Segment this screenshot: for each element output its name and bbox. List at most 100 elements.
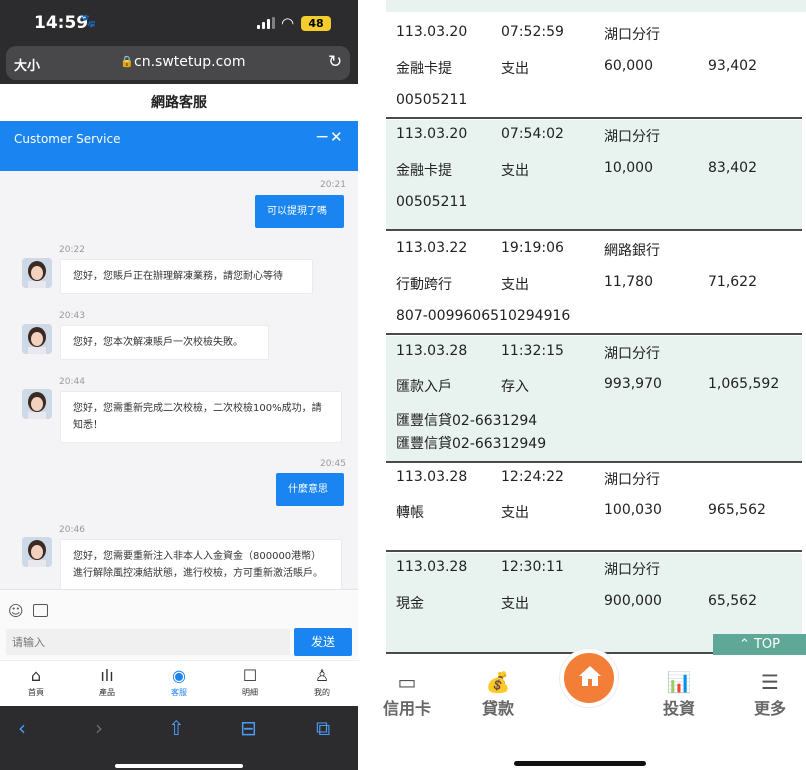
- emoji-icon[interactable]: ☺: [8, 602, 24, 620]
- txn-type: 支出: [501, 163, 529, 179]
- txn-branch: 湖口分行: [604, 562, 660, 578]
- message-bubble-user: 什麼意思: [276, 473, 344, 506]
- txn-time: 07:52:59: [501, 24, 564, 40]
- home-button[interactable]: [560, 649, 618, 707]
- forward-icon[interactable]: ›: [95, 716, 103, 740]
- txn-type: 支出: [501, 61, 529, 77]
- message-bubble-agent: 您好，您賬戶正在辦理解凍業務，請您耐心等待: [60, 259, 313, 294]
- txn-amount: 11,780: [604, 274, 653, 290]
- tab-details[interactable]: ☐ 明細: [220, 665, 280, 698]
- txn-memo: 00505211: [396, 92, 468, 108]
- message-bubble-user: 可以提現了嗎: [255, 195, 344, 228]
- txn-desc: 匯款入戶: [396, 379, 452, 395]
- nav-credit-card[interactable]: ▭ 信用卡: [372, 669, 442, 719]
- agent-avatar: [22, 258, 52, 288]
- message-bubble-agent: 您好，您需要重新注入非本人入金資金（800000港幣）進行解除風控凍結狀態，進行…: [60, 539, 342, 589]
- app-tab-bar: ⌂ 首頁 ılı 產品 ◉ 客服 ☐ 明細 ♙ 我的: [0, 660, 358, 706]
- txn-branch: 湖口分行: [604, 472, 660, 488]
- txn-desc: 金融卡提: [396, 163, 452, 179]
- txn-type: 支出: [501, 277, 529, 293]
- nav-loan[interactable]: 💰 貸款: [463, 669, 533, 719]
- nav-label: 貸款: [481, 699, 514, 718]
- txn-balance: 93,402: [708, 58, 757, 74]
- transaction-row: 113.03.28 12:24:22 湖口分行 轉帳 支出 100,030 96…: [386, 464, 802, 552]
- txn-time: 11:32:15: [501, 343, 564, 359]
- txn-amount: 993,970: [604, 376, 662, 392]
- text-size-button[interactable]: 大小: [14, 55, 40, 74]
- right-phone-screen: 113.03.20 07:52:59 湖口分行 金融卡提 支出 60,000 9…: [367, 0, 806, 770]
- txn-amount: 100,030: [604, 502, 662, 518]
- txn-time: 07:54:02: [501, 126, 564, 142]
- message-timestamp: 20:43: [59, 311, 85, 321]
- nav-more[interactable]: ☰ 更多: [735, 669, 805, 719]
- tab-mine[interactable]: ♙ 我的: [292, 665, 352, 698]
- user-icon: ♙: [314, 666, 330, 685]
- tab-label: 我的: [314, 688, 330, 697]
- close-icon[interactable]: ✕: [330, 128, 343, 146]
- txn-balance: 71,622: [708, 274, 757, 290]
- share-icon[interactable]: ⇧: [168, 716, 185, 740]
- tab-home[interactable]: ⌂ 首頁: [6, 665, 66, 698]
- left-phone-screen: 14:59 🐾 ◠ 48 大小 🔒 cn.swtetup.com ↻ 網路客服 …: [0, 0, 358, 770]
- txn-amount: 60,000: [604, 58, 653, 74]
- paw-icon: 🐾: [80, 14, 97, 29]
- message-timestamp: 20:45: [320, 459, 346, 469]
- message-input[interactable]: [6, 629, 290, 655]
- tab-products[interactable]: ılı 產品: [77, 665, 137, 698]
- page-title: 網路客服: [151, 95, 207, 111]
- back-icon[interactable]: ‹: [18, 716, 26, 740]
- bookmarks-icon[interactable]: ⊟: [240, 716, 257, 740]
- agent-avatar: [22, 389, 52, 419]
- screenshot-root: 14:59 🐾 ◠ 48 大小 🔒 cn.swtetup.com ↻ 網路客服 …: [0, 0, 806, 770]
- txn-desc: 現金: [396, 596, 424, 612]
- home-indicator: [514, 761, 646, 766]
- txn-date: 113.03.28: [396, 559, 468, 575]
- txn-amount: 900,000: [604, 593, 662, 609]
- url-text: cn.swtetup.com: [134, 54, 246, 70]
- nav-label: 投資: [662, 699, 695, 718]
- message-timestamp: 20:46: [59, 525, 85, 535]
- txn-time: 12:30:11: [501, 559, 564, 575]
- txn-date: 113.03.28: [396, 343, 468, 359]
- message-composer: ☺ 发送: [0, 589, 358, 659]
- txn-branch: 湖口分行: [604, 129, 660, 145]
- tab-customer-service[interactable]: ◉ 客服: [149, 665, 209, 698]
- txn-memo: 匯豐信貸02-6631294: [396, 413, 538, 429]
- signal-icon: [257, 17, 275, 29]
- txn-type: 支出: [501, 505, 529, 521]
- txn-time: 19:19:06: [501, 240, 564, 256]
- message-timestamp: 20:44: [59, 377, 85, 387]
- home-indicator: [115, 764, 243, 768]
- home-icon: ⌂: [30, 666, 42, 685]
- message-timestamp: 20:22: [59, 245, 85, 255]
- edit-icon: ☐: [242, 666, 258, 685]
- tab-label: 明細: [242, 688, 258, 697]
- chat-area[interactable]: 20:21 可以提現了嗎 20:22 您好，您賬戶正在辦理解凍業務，請您耐心等待…: [0, 171, 358, 589]
- txn-memo: 807-0099606510294916: [396, 308, 571, 324]
- browser-url-bar: 大小 🔒 cn.swtetup.com ↻: [0, 44, 358, 84]
- back-to-top-button[interactable]: ⌃ TOP: [713, 634, 806, 656]
- message-bubble-agent: 您好，您需重新完成二次校檢，二次校檢100%成功，請知悉！: [60, 391, 342, 443]
- txn-date: 113.03.28: [396, 469, 468, 485]
- address-field[interactable]: 大小 🔒 cn.swtetup.com ↻: [6, 46, 350, 80]
- tab-label: 客服: [171, 688, 187, 697]
- send-button[interactable]: 发送: [294, 628, 352, 656]
- status-bar: 14:59 🐾 ◠ 48: [0, 0, 358, 44]
- txn-balance: 1,065,592: [708, 376, 780, 392]
- lock-icon: 🔒: [120, 55, 134, 68]
- txn-type: 存入: [501, 379, 529, 395]
- txn-branch: 湖口分行: [604, 346, 660, 362]
- tabs-icon[interactable]: ⧉: [316, 716, 330, 740]
- txn-memo: 匯豐信貸02-66312949: [396, 436, 547, 452]
- txn-desc: 金融卡提: [396, 61, 452, 77]
- minimize-icon[interactable]: −: [315, 127, 329, 147]
- nav-invest[interactable]: 📊 投資: [644, 669, 714, 719]
- transaction-row: 113.03.22 19:19:06 網路銀行 行動跨行 支出 11,780 7…: [386, 232, 802, 335]
- bar-chart-icon: 📊: [666, 670, 692, 694]
- message-timestamp: 20:21: [320, 180, 346, 190]
- image-icon[interactable]: [33, 604, 48, 617]
- txn-date: 113.03.20: [396, 24, 468, 40]
- chart-icon: ılı: [100, 666, 114, 685]
- reload-icon[interactable]: ↻: [328, 52, 342, 72]
- txn-desc: 行動跨行: [396, 277, 452, 293]
